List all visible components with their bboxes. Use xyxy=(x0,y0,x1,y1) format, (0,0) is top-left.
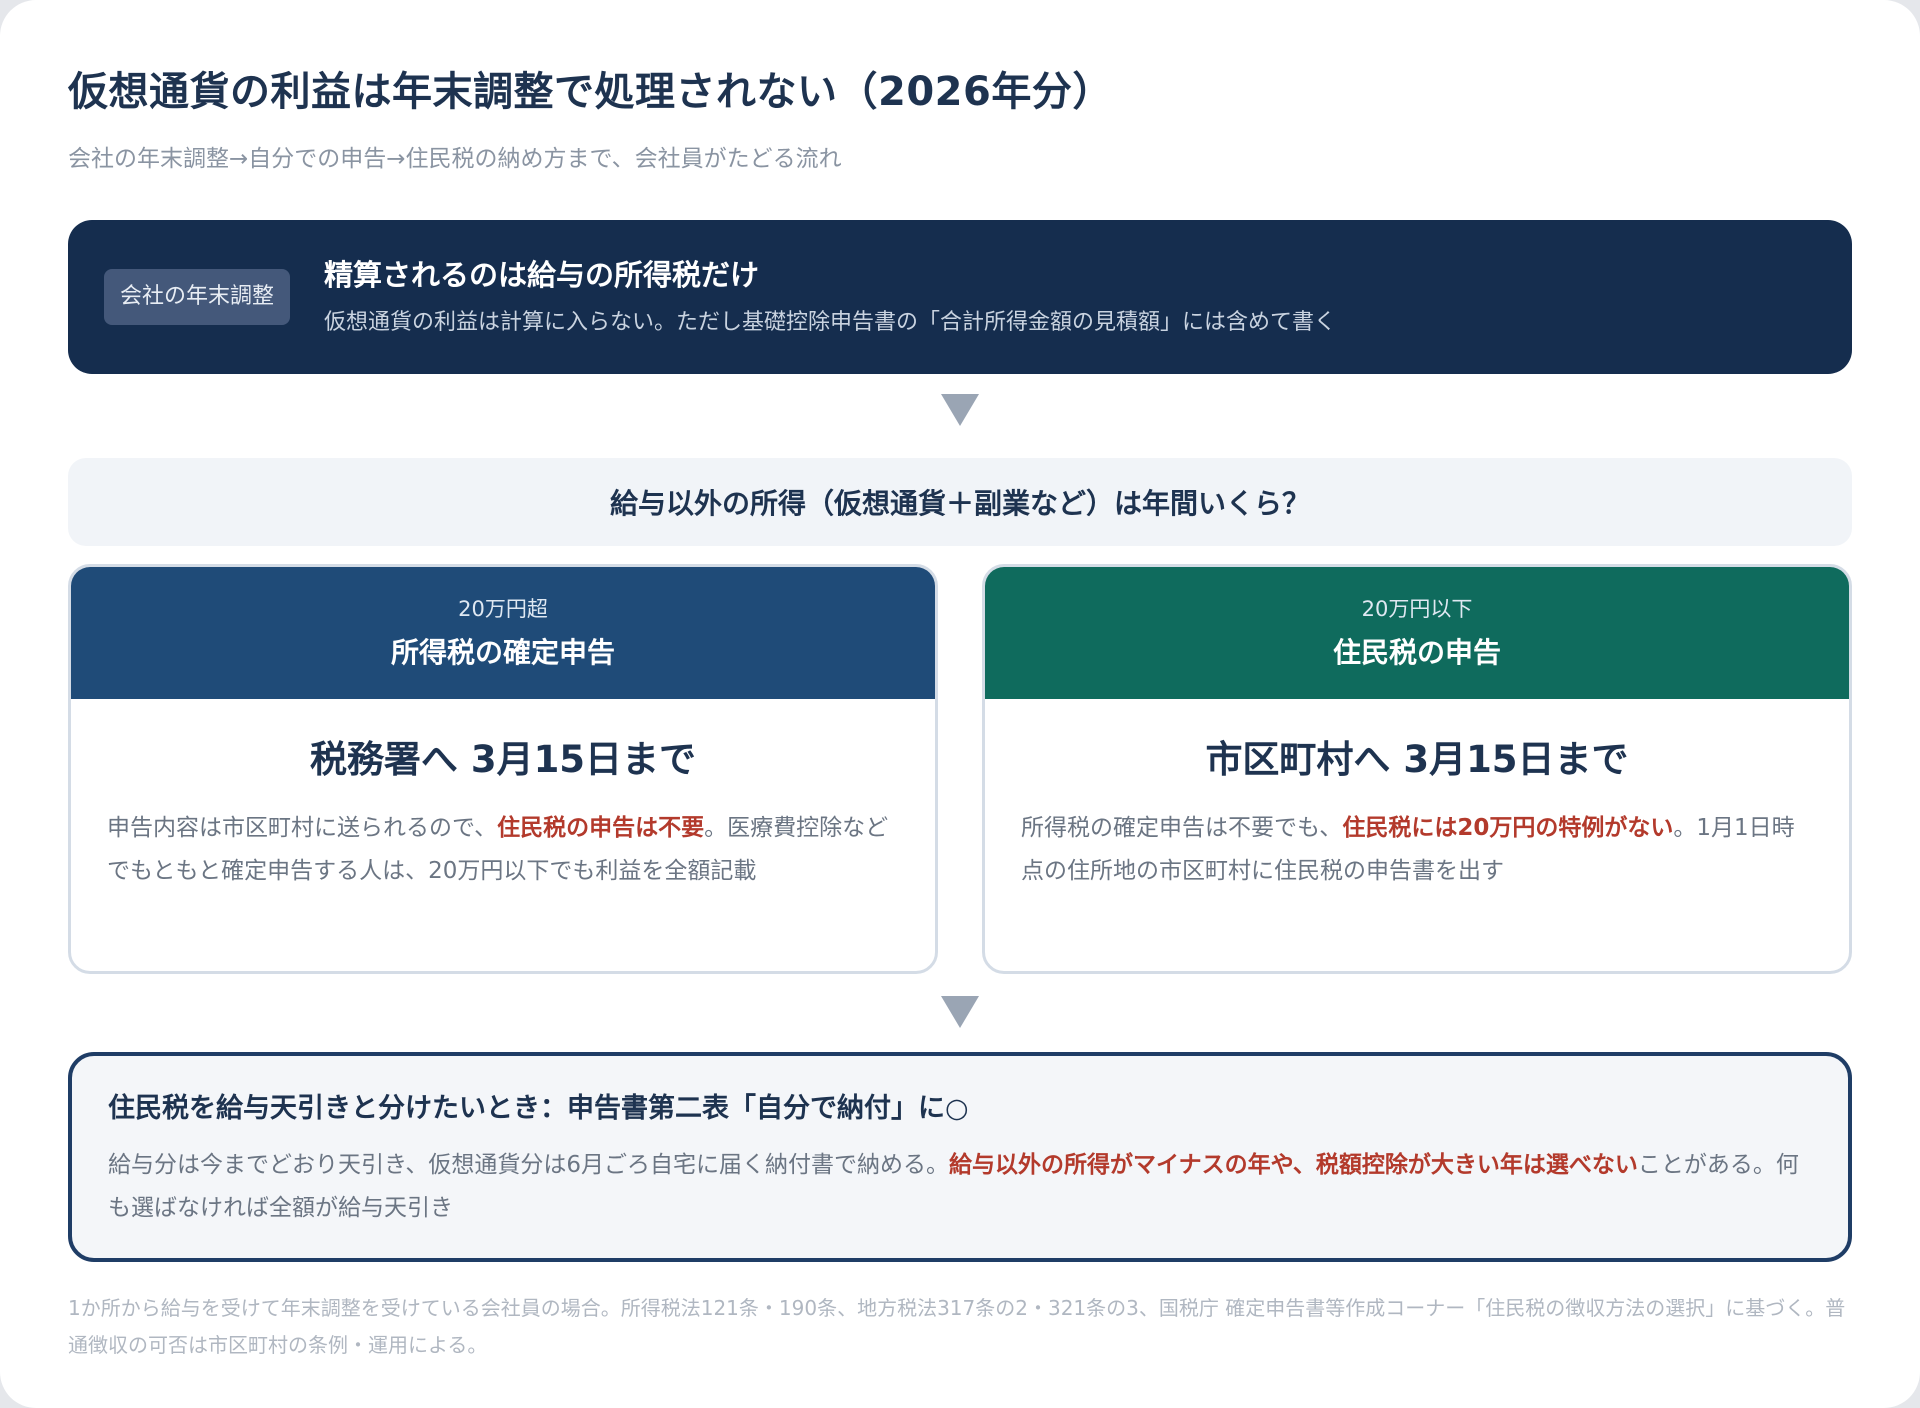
card-desc-text: 所得税の確定申告は不要でも、 xyxy=(1021,815,1343,841)
card-deadline: 市区町村へ 3月15日まで xyxy=(1205,738,1629,781)
branch-cards: 20万円超 所得税の確定申告 税務署へ 3月15日まで 申告内容は市区町村に送ら… xyxy=(68,564,1852,974)
payment-desc-text: 給与分は今までどおり天引き、仮想通貨分は6月ごろ自宅に届く納付書で納める。 xyxy=(108,1152,950,1178)
year-end-heading: 精算されるのは給与の所得税だけ xyxy=(324,258,760,292)
card-body: 市区町村へ 3月15日まで 所得税の確定申告は不要でも、住民税には20万円の特例… xyxy=(985,699,1849,893)
card-description: 所得税の確定申告は不要でも、住民税には20万円の特例がない。1月1日時点の住所地… xyxy=(1021,807,1813,893)
page-title: 仮想通貨の利益は年末調整で処理されない（2026年分） xyxy=(68,69,1113,115)
page-subtitle: 会社の年末調整→自分での申告→住民税の納め方まで、会社員がたどる流れ xyxy=(68,146,842,172)
card-over-200k: 20万円超 所得税の確定申告 税務署へ 3月15日まで 申告内容は市区町村に送ら… xyxy=(68,564,938,974)
footnote: 1か所から給与を受けて年末調整を受けている会社員の場合。所得税法121条・190… xyxy=(68,1296,1846,1357)
resident-tax-payment-box: 住民税を給与天引きと分けたいとき：申告書第二表「自分で納付」に○ 給与分は今まで… xyxy=(68,1052,1852,1262)
card-desc-text: 申告内容は市区町村に送られるので、 xyxy=(107,815,498,841)
card-body: 税務署へ 3月15日まで 申告内容は市区町村に送られるので、住民税の申告は不要。… xyxy=(71,699,935,893)
income-question: 給与以外の所得（仮想通貨＋副業など）は年間いくら？ xyxy=(68,458,1852,546)
year-end-description: 仮想通貨の利益は計算に入らない。ただし基礎控除申告書の「合計所得金額の見積額」に… xyxy=(324,310,1337,335)
card-condition: 20万円以下 xyxy=(1361,597,1473,621)
card-desc-highlight: 住民税の申告は不要 xyxy=(497,815,705,841)
page: 仮想通貨の利益は年末調整で処理されない（2026年分） 会社の年末調整→自分での… xyxy=(0,0,1920,1408)
card-under-200k: 20万円以下 住民税の申告 市区町村へ 3月15日まで 所得税の確定申告は不要で… xyxy=(982,564,1852,974)
year-end-adjustment-box: 会社の年末調整 精算されるのは給与の所得税だけ 仮想通貨の利益は計算に入らない。… xyxy=(68,220,1852,374)
year-end-badge: 会社の年末調整 xyxy=(104,269,291,325)
payment-description: 給与分は今までどおり天引き、仮想通貨分は6月ごろ自宅に届く納付書で納める。給与以… xyxy=(108,1144,1812,1230)
card-title: 所得税の確定申告 xyxy=(390,636,615,669)
card-deadline: 税務署へ 3月15日まで xyxy=(309,738,697,781)
card-header: 20万円以下 住民税の申告 xyxy=(985,567,1849,699)
card-description: 申告内容は市区町村に送られるので、住民税の申告は不要。医療費控除などでもともと確… xyxy=(107,807,899,893)
payment-desc-highlight: 給与以外の所得がマイナスの年や、税額控除が大きい年は選べない xyxy=(949,1152,1638,1178)
payment-heading: 住民税を給与天引きと分けたいとき：申告書第二表「自分で納付」に○ xyxy=(108,1093,969,1124)
year-end-text: 精算されるのは給与の所得税だけ 仮想通貨の利益は計算に入らない。ただし基礎控除申… xyxy=(324,255,1336,339)
flow-arrow-down-icon xyxy=(941,996,979,1028)
card-header: 20万円超 所得税の確定申告 xyxy=(71,567,935,699)
card-desc-highlight: 住民税には20万円の特例がない xyxy=(1342,815,1674,841)
flow-arrow-down-icon xyxy=(941,394,979,426)
card-condition: 20万円超 xyxy=(458,597,548,621)
card-title: 住民税の申告 xyxy=(1332,636,1501,669)
